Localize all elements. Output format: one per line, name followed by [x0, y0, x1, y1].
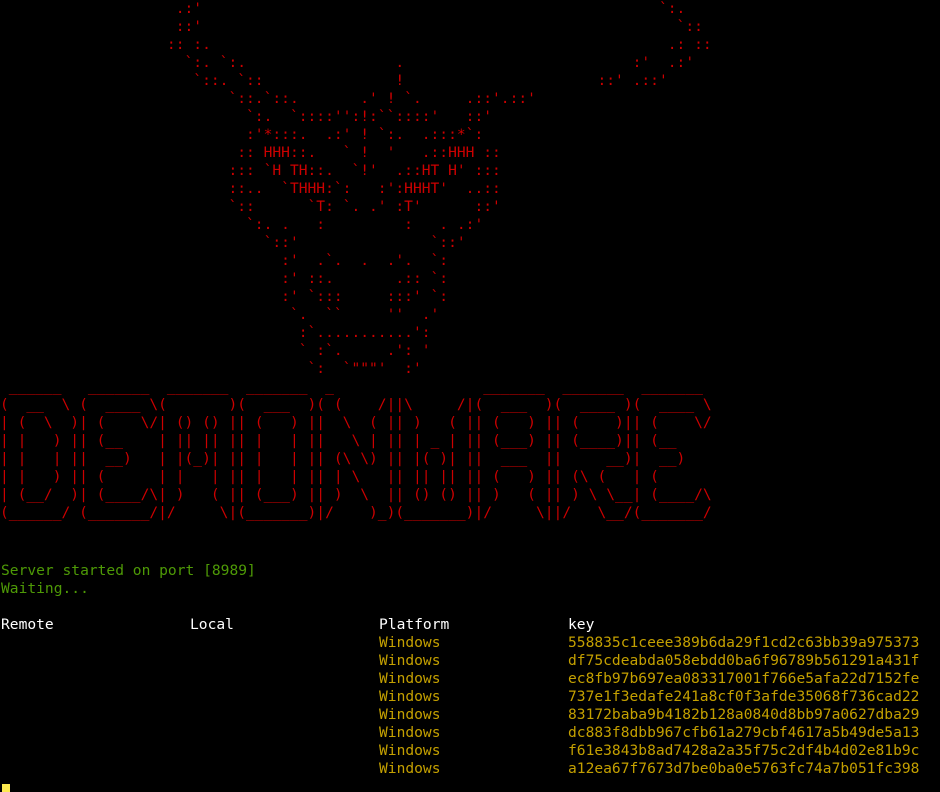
terminal-cursor[interactable]	[2, 784, 10, 792]
header-local: Local	[190, 616, 234, 633]
table-row: Windows f61e3843b8ad7428a2a35f75c2df4b4d…	[0, 742, 940, 760]
cell-key: dc883f8dbb967cfb61a279cbf4617a5b49de5a13	[568, 724, 920, 741]
terminal-window[interactable]: .:' `:. ::' `:: :: :. .::: `:. `:. .:'…	[0, 0, 940, 792]
cell-key: 558835c1ceee389b6da29f1cd2c63bb39a975373	[568, 634, 920, 651]
table-row: Windows 83172baba9b4182b128a0840d8bb97a0…	[0, 706, 940, 724]
skull-ascii-art: .:' `:. ::' `:: :: :. .::: `:. `:. .:'…	[166, 0, 712, 377]
table-row: Windows 737e1f3edafe241a8cf0f3afde35068f…	[0, 688, 940, 706]
table-row: Windows dc883f8dbb967cfb61a279cbf4617a5b…	[0, 724, 940, 742]
cell-platform: Windows	[379, 634, 441, 651]
cell-key: 83172baba9b4182b128a0840d8bb97a0627dba29	[568, 706, 920, 723]
cell-key: df75cdeabda058ebdd0ba6f96789b561291a431f	[568, 652, 920, 669]
header-key: key	[568, 616, 595, 633]
cell-platform: Windows	[379, 724, 441, 741]
table-row: Windows 558835c1ceee389b6da29f1cd2c63bb3…	[0, 634, 940, 652]
demonware-ascii-logo: ______ _______ _______ _______ _ _______…	[0, 378, 712, 521]
table-row: Windows ec8fb97b697ea083317001f766e5afa2…	[0, 670, 940, 688]
header-platform: Platform	[379, 616, 450, 633]
cell-key: a12ea67f7673d7be0ba0e5763fc74a7b051fc398	[568, 760, 920, 777]
sessions-table-header: Remote Local Platform key	[0, 616, 940, 634]
table-row: Windows a12ea67f7673d7be0ba0e5763fc74a7b…	[0, 760, 940, 778]
waiting-line: Waiting...	[1, 580, 89, 597]
header-remote: Remote	[1, 616, 54, 633]
server-status-line: Server started on port [8989]	[1, 562, 256, 579]
cell-platform: Windows	[379, 652, 441, 669]
cell-key: f61e3843b8ad7428a2a35f75c2df4b4d02e81b9c	[568, 742, 920, 759]
cell-platform: Windows	[379, 670, 441, 687]
table-row: Windows df75cdeabda058ebdd0ba6f96789b561…	[0, 652, 940, 670]
sessions-table-body: Windows 558835c1ceee389b6da29f1cd2c63bb3…	[0, 634, 940, 778]
cell-platform: Windows	[379, 688, 441, 705]
cell-key: 737e1f3edafe241a8cf0f3afde35068f736cad22	[568, 688, 920, 705]
cell-platform: Windows	[379, 706, 441, 723]
cell-key: ec8fb97b697ea083317001f766e5afa22d7152fe	[568, 670, 920, 687]
cell-platform: Windows	[379, 742, 441, 759]
cell-platform: Windows	[379, 760, 441, 777]
